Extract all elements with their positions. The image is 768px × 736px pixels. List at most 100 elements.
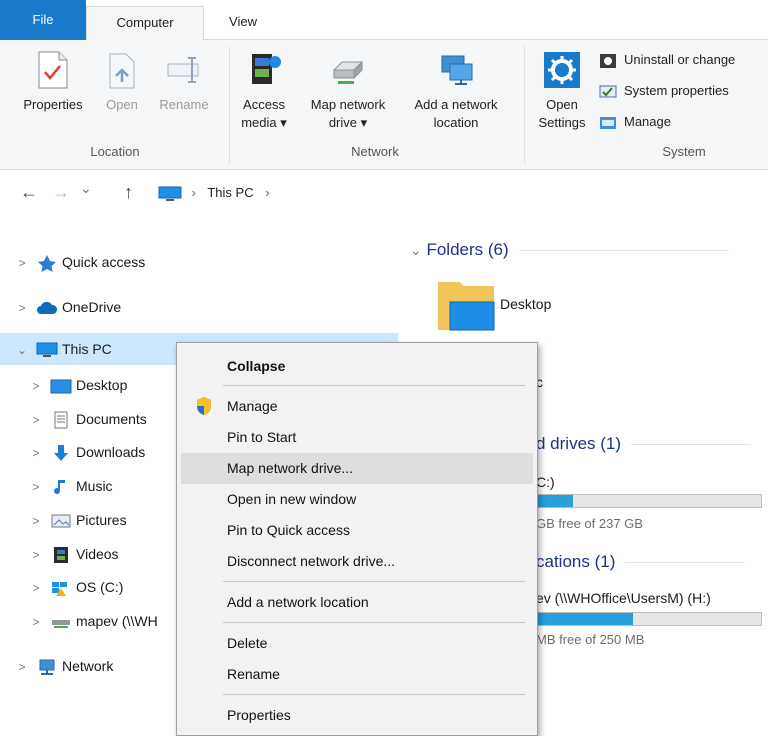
tree-item-network[interactable]: > Network	[14, 650, 113, 682]
menu-item-pin-quick-access[interactable]: Pin to Quick access	[181, 515, 533, 546]
manage-button[interactable]: Manage	[598, 114, 671, 131]
tree-item-documents[interactable]: > Documents	[28, 403, 147, 435]
breadcrumb-separator: ›	[265, 185, 270, 200]
rename-icon	[167, 57, 199, 83]
chevron-right-icon[interactable]: >	[28, 404, 44, 436]
menu-item-properties[interactable]: Properties	[181, 700, 533, 731]
music-note-icon	[54, 480, 65, 495]
chevron-right-icon[interactable]: >	[28, 572, 44, 604]
tree-item-downloads[interactable]: > Downloads	[28, 436, 145, 468]
tree-label: Pictures	[76, 512, 127, 528]
os-drive-icon	[52, 582, 67, 597]
network-drive-usage-bar	[536, 612, 762, 626]
network-drive-icon	[332, 60, 364, 84]
open-label: Open	[106, 97, 138, 112]
manage-icon	[600, 116, 616, 129]
chevron-right-icon[interactable]: >	[28, 437, 44, 469]
tree-item-music[interactable]: > Music	[28, 470, 113, 502]
network-drive-icon	[52, 620, 70, 629]
add-network-location-button[interactable]: Add a network location	[400, 50, 512, 132]
tree-item-os-c[interactable]: > OS (C:)	[28, 571, 123, 603]
chevron-down-icon[interactable]: ⌄	[14, 334, 30, 366]
open-settings-button[interactable]: Open Settings	[528, 50, 596, 132]
settings-gear-icon	[544, 52, 580, 88]
drives-section-header[interactable]: d drives (1)	[536, 434, 752, 454]
menu-item-delete[interactable]: Delete	[181, 628, 533, 659]
uninstall-icon	[600, 53, 616, 68]
menu-separator	[223, 385, 525, 386]
tree-label: This PC	[62, 341, 112, 357]
menu-item-pin-to-start[interactable]: Pin to Start	[181, 422, 533, 453]
up-button[interactable]: ↑	[124, 182, 133, 203]
desktop-folder-icon	[438, 282, 495, 331]
back-button[interactable]: ←	[20, 182, 38, 203]
tree-label: Network	[62, 658, 114, 674]
properties-label: Properties	[23, 97, 83, 112]
folders-section-header[interactable]: ⌄ Folders (6)	[410, 240, 729, 260]
access-media-button[interactable]: Access media ▾	[236, 50, 292, 132]
menu-label: Manage	[227, 398, 278, 414]
recent-locations-button[interactable]: ⌄	[80, 180, 92, 197]
menu-item-map-network-drive[interactable]: Map network drive...	[181, 453, 533, 484]
usage-fill	[537, 613, 634, 625]
menu-item-open-new-window[interactable]: Open in new window	[181, 484, 533, 515]
location-group-label: Location	[90, 144, 140, 159]
star-icon	[38, 255, 56, 273]
tree-item-onedrive[interactable]: > OneDrive	[14, 291, 121, 323]
network-locations-section-header[interactable]: cations (1)	[536, 552, 746, 572]
open-button[interactable]: Open	[102, 50, 142, 114]
chevron-right-icon[interactable]: >	[28, 539, 44, 571]
media-icon	[252, 54, 281, 84]
chevron-right-icon[interactable]: >	[28, 606, 44, 637]
tab-file[interactable]: File	[0, 0, 86, 40]
menu-item-disconnect-network-drive[interactable]: Disconnect network drive...	[181, 546, 533, 577]
tab-computer[interactable]: Computer	[86, 6, 204, 41]
breadcrumb-separator: ›	[191, 185, 196, 200]
address-bar: ← → ⌄ ↑ › This PC ›	[0, 172, 768, 216]
chevron-right-icon[interactable]: >	[14, 247, 30, 279]
breadcrumb[interactable]: › This PC ›	[158, 185, 270, 202]
system-properties-button[interactable]: System properties	[598, 83, 729, 100]
network-drive-label: ev (\\WHOffice\UsersM) (H:)	[536, 590, 711, 606]
ribbon-separator	[524, 46, 525, 164]
tree-item-pictures[interactable]: > Pictures	[28, 504, 127, 537]
this-pc-icon	[158, 186, 182, 201]
chevron-right-icon[interactable]: >	[28, 505, 44, 537]
access-media-label-2: media ▾	[241, 115, 287, 130]
locations-header-label: cations (1)	[536, 552, 616, 571]
properties-button[interactable]: Properties	[18, 50, 88, 114]
uac-shield-icon	[197, 397, 211, 415]
rename-button[interactable]: Rename	[154, 50, 214, 114]
rename-label: Rename	[159, 97, 209, 112]
chevron-right-icon[interactable]: >	[14, 292, 30, 324]
map-network-drive-button[interactable]: Map network drive ▾	[298, 50, 398, 132]
tab-view[interactable]: View	[218, 6, 268, 40]
tree-item-desktop[interactable]: > Desktop	[28, 369, 127, 401]
menu-item-collapse[interactable]: Collapse	[181, 351, 533, 382]
menu-item-rename[interactable]: Rename	[181, 659, 533, 690]
menu-item-manage[interactable]: Manage	[181, 391, 533, 422]
tree-item-quick-access[interactable]: > Quick access	[14, 246, 145, 278]
menu-separator	[223, 581, 525, 582]
open-icon	[109, 53, 135, 89]
network-group-label: Network	[351, 144, 399, 159]
forward-button[interactable]: →	[52, 182, 70, 203]
folder-item-desktop[interactable]: Desktop	[436, 278, 736, 338]
network-drive-free-space: MB free of 250 MB	[536, 632, 645, 647]
tree-label: mapev (\\WH	[76, 613, 158, 629]
tree-item-videos[interactable]: > Videos	[28, 538, 119, 570]
add-location-label-1: Add a network	[414, 97, 498, 112]
drives-header-label: d drives (1)	[536, 434, 622, 453]
tree-label: Documents	[76, 411, 147, 427]
chevron-right-icon[interactable]: >	[28, 370, 44, 402]
menu-item-add-network-location[interactable]: Add a network location	[181, 587, 533, 618]
properties-icon	[38, 51, 68, 89]
map-drive-label-1: Map network	[310, 97, 386, 112]
tree-item-mapev[interactable]: > mapev (\\WH	[28, 605, 178, 637]
chevron-right-icon[interactable]: >	[14, 651, 30, 683]
uninstall-button[interactable]: Uninstall or change	[598, 52, 735, 69]
map-drive-label-2: drive ▾	[328, 115, 368, 130]
section-divider	[625, 562, 746, 564]
breadcrumb-this-pc[interactable]: This PC	[207, 185, 253, 200]
chevron-right-icon[interactable]: >	[28, 471, 44, 503]
